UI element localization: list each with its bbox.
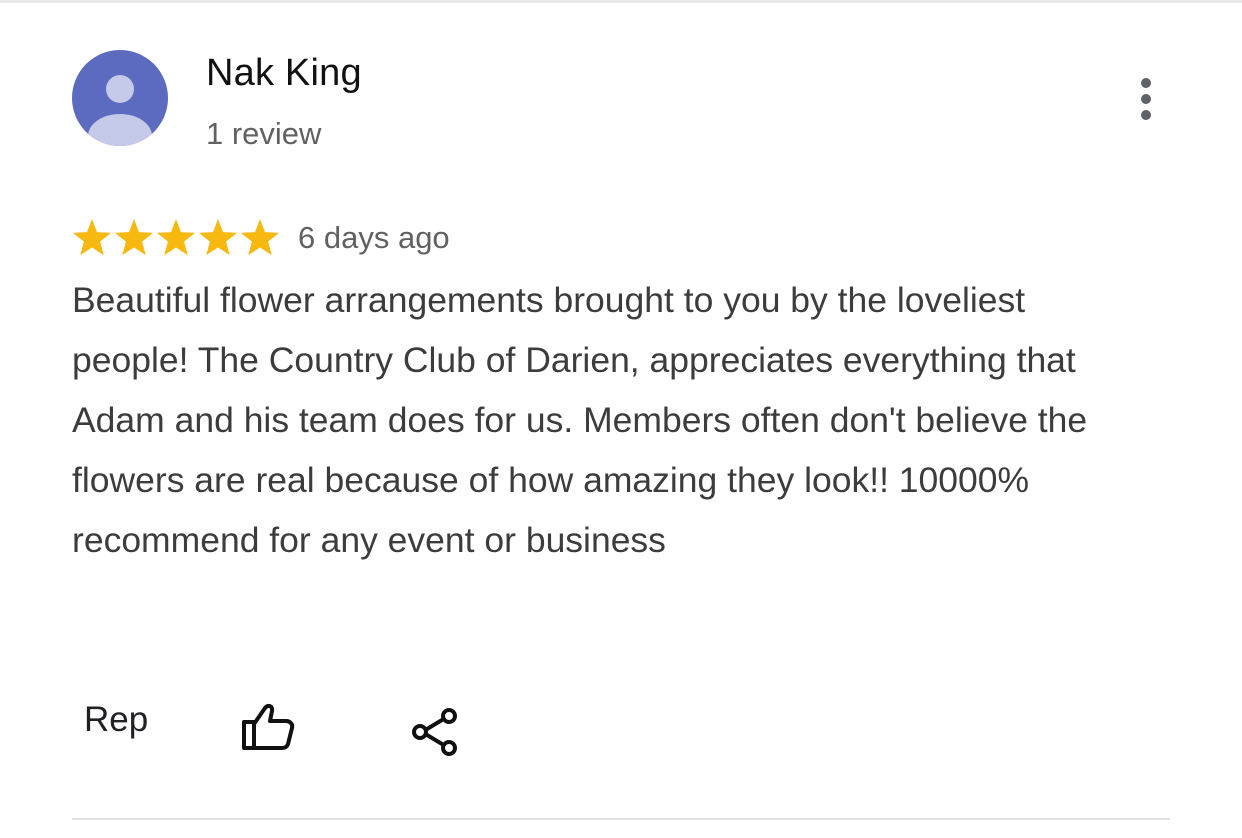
author-name[interactable]: Nak King: [206, 52, 362, 95]
thumbs-up-icon: [242, 703, 295, 750]
bottom-divider: [72, 818, 1170, 820]
person-avatar-icon: [88, 75, 152, 146]
rating-row: 6 days ago: [72, 214, 450, 262]
review-card: Nak King 1 review 6 days ago Beautiful f…: [0, 0, 1242, 838]
star-icon: [114, 219, 154, 256]
share-button[interactable]: [408, 704, 464, 760]
top-divider: [0, 0, 1242, 3]
review-date: 6 days ago: [298, 220, 450, 255]
star-icon: [72, 219, 112, 256]
star-icon: [198, 219, 238, 256]
like-button[interactable]: [238, 702, 296, 754]
star-rating: [72, 218, 280, 258]
star-icon: [240, 219, 280, 256]
star-icon: [156, 219, 196, 256]
share-icon: [412, 708, 457, 756]
review-text: Beautiful flower arrangements brought to…: [72, 280, 1088, 560]
more-options-button[interactable]: [1128, 74, 1164, 126]
reply-button[interactable]: Rep: [84, 700, 158, 740]
more-vertical-icon: [1141, 78, 1151, 120]
author-review-count: 1 review: [206, 116, 322, 151]
avatar[interactable]: [72, 50, 168, 146]
